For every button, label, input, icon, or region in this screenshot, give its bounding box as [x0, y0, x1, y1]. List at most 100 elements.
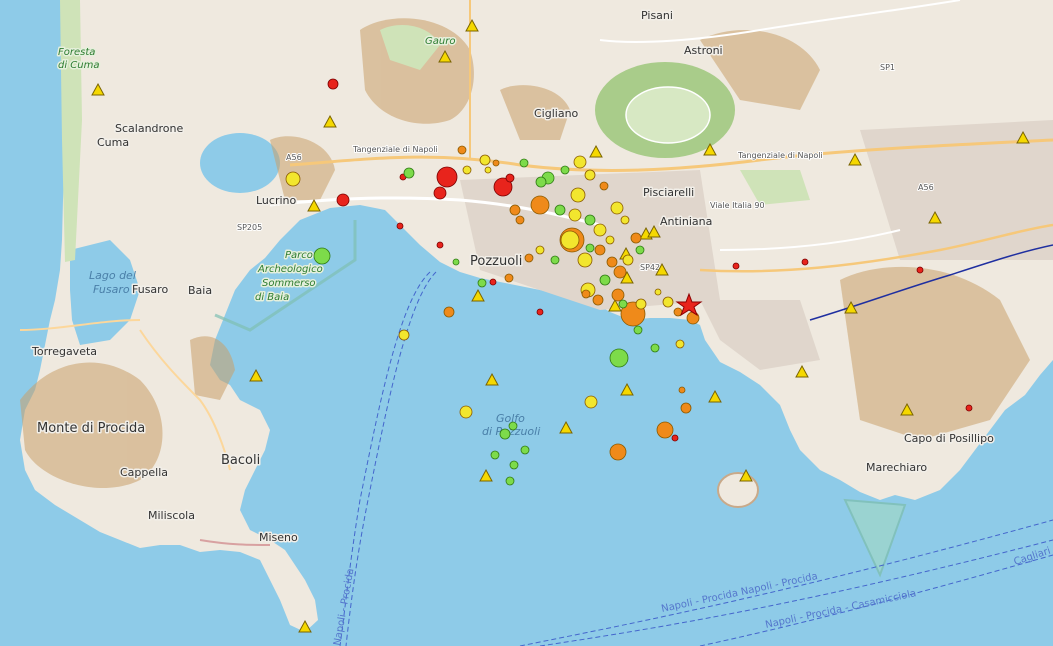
earthquake-event-green[interactable] — [635, 245, 645, 255]
earthquake-event-red[interactable] — [489, 278, 497, 286]
earthquake-event-yellow[interactable] — [560, 230, 580, 250]
earthquake-event-green[interactable] — [505, 476, 515, 486]
earthquake-event-orange[interactable] — [515, 215, 525, 225]
earthquake-event-red[interactable] — [336, 193, 350, 207]
earthquake-event-yellow[interactable] — [620, 215, 630, 225]
earthquake-event-orange[interactable] — [678, 386, 686, 394]
earthquake-event-orange[interactable] — [656, 421, 674, 439]
earthquake-event-orange[interactable] — [592, 294, 604, 306]
earthquake-event-green[interactable] — [313, 247, 331, 265]
park-foresta-cuma-line1: Foresta — [58, 47, 95, 58]
earthquake-event-orange[interactable] — [680, 402, 692, 414]
earthquake-event-green[interactable] — [633, 325, 643, 335]
earthquake-event-yellow[interactable] — [605, 235, 615, 245]
earthquake-event-yellow[interactable] — [462, 165, 472, 175]
earthquake-event-red[interactable] — [732, 262, 740, 270]
earthquake-event-yellow[interactable] — [635, 298, 647, 310]
earthquake-event-green[interactable] — [599, 274, 611, 286]
water-fusaro-line2: Fusaro — [93, 283, 130, 296]
earthquake-event-green[interactable] — [585, 243, 595, 253]
place-capo-di-posillipo: Capo di Posillipo — [904, 432, 994, 445]
earthquake-event-red[interactable] — [536, 308, 544, 316]
earthquake-event-yellow[interactable] — [654, 288, 662, 296]
earthquake-event-orange[interactable] — [613, 265, 627, 279]
road-a56b: A56 — [918, 183, 934, 192]
earthquake-event-yellow[interactable] — [285, 171, 301, 187]
park-baia-line1: Parco — [285, 250, 313, 261]
earthquake-event-orange[interactable] — [606, 256, 618, 268]
earthquake-event-yellow[interactable] — [577, 252, 593, 268]
earthquake-event-yellow[interactable] — [584, 169, 596, 181]
earthquake-event-red[interactable] — [436, 241, 444, 249]
earthquake-event-red[interactable] — [801, 258, 809, 266]
earthquake-event-green[interactable] — [550, 255, 560, 265]
park-foresta-cuma-line2: di Cuma — [58, 60, 100, 71]
earthquake-event-green[interactable] — [560, 165, 570, 175]
earthquake-event-green[interactable] — [650, 343, 660, 353]
earthquake-event-yellow[interactable] — [459, 405, 473, 419]
earthquake-event-orange[interactable] — [443, 306, 455, 318]
earthquake-event-red[interactable] — [505, 173, 515, 183]
earthquake-event-red[interactable] — [965, 404, 973, 412]
place-pozzuoli: Pozzuoli — [470, 254, 522, 269]
place-antiniana: Antiniana — [660, 215, 712, 228]
earthquake-event-yellow[interactable] — [535, 245, 545, 255]
earthquake-event-yellow[interactable] — [610, 201, 624, 215]
earthquake-event-orange[interactable] — [492, 159, 500, 167]
earthquake-event-yellow[interactable] — [675, 339, 685, 349]
earthquake-event-red[interactable] — [671, 434, 679, 442]
earthquake-event-orange[interactable] — [686, 311, 700, 325]
earthquake-event-red[interactable] — [327, 78, 339, 90]
earthquake-event-yellow[interactable] — [570, 187, 586, 203]
earthquake-event-red[interactable] — [396, 222, 404, 230]
map-canvas[interactable]: Pisani Astroni Cigliano Pisciarelli Anti… — [0, 0, 1053, 646]
earthquake-event-green[interactable] — [535, 176, 547, 188]
earthquake-event-orange[interactable] — [509, 204, 521, 216]
place-fusaro: Fusaro — [132, 283, 168, 296]
earthquake-event-green[interactable] — [609, 348, 629, 368]
earthquake-event-orange[interactable] — [599, 181, 609, 191]
earthquake-event-orange[interactable] — [457, 145, 467, 155]
earthquake-event-red[interactable] — [433, 186, 447, 200]
earthquake-event-green[interactable] — [554, 204, 566, 216]
place-monte-di-procida: Monte di Procida — [37, 421, 145, 436]
place-scalandrone: Scalandrone — [115, 122, 184, 135]
earthquake-event-orange[interactable] — [594, 244, 606, 256]
earthquake-event-yellow[interactable] — [662, 296, 674, 308]
earthquake-event-orange[interactable] — [524, 253, 534, 263]
earthquake-event-green[interactable] — [508, 421, 518, 431]
earthquake-event-orange[interactable] — [630, 232, 642, 244]
road-sp1: SP1 — [880, 63, 895, 72]
earthquake-event-yellow[interactable] — [398, 329, 410, 341]
earthquake-event-red[interactable] — [436, 166, 458, 188]
road-tangenziale-west: Tangenziale di Napoli — [352, 145, 438, 154]
earthquake-event-green[interactable] — [490, 450, 500, 460]
earthquake-event-orange[interactable] — [504, 273, 514, 283]
earthquake-event-green[interactable] — [477, 278, 487, 288]
earthquake-event-yellow[interactable] — [573, 155, 587, 169]
earthquake-event-yellow[interactable] — [622, 254, 634, 266]
earthquake-event-green[interactable] — [520, 445, 530, 455]
earthquake-event-green[interactable] — [403, 167, 415, 179]
earthquake-event-yellow[interactable] — [484, 166, 492, 174]
seismic-map[interactable]: Pisani Astroni Cigliano Pisciarelli Anti… — [0, 0, 1053, 646]
earthquake-event-orange[interactable] — [530, 195, 550, 215]
park-baia-line3: Sommerso — [262, 278, 316, 289]
earthquake-event-green[interactable] — [452, 258, 460, 266]
earthquake-event-yellow[interactable] — [584, 395, 598, 409]
place-torregaveta: Torregaveta — [31, 345, 97, 358]
road-tangenziale-east: Tangenziale di Napoli — [737, 151, 823, 160]
earthquake-event-green[interactable] — [499, 428, 511, 440]
earthquake-event-orange[interactable] — [609, 443, 627, 461]
earthquake-event-green[interactable] — [618, 299, 628, 309]
earthquake-event-yellow[interactable] — [479, 154, 491, 166]
road-italia: Viale Italia 90 — [710, 201, 765, 210]
earthquake-event-yellow[interactable] — [568, 208, 582, 222]
earthquake-event-orange[interactable] — [611, 288, 625, 302]
earthquake-event-green[interactable] — [519, 158, 529, 168]
earthquake-event-yellow[interactable] — [593, 223, 607, 237]
earthquake-event-green[interactable] — [509, 460, 519, 470]
earthquake-event-green[interactable] — [584, 214, 596, 226]
earthquake-event-red[interactable] — [916, 266, 924, 274]
earthquake-event-orange[interactable] — [581, 289, 591, 299]
